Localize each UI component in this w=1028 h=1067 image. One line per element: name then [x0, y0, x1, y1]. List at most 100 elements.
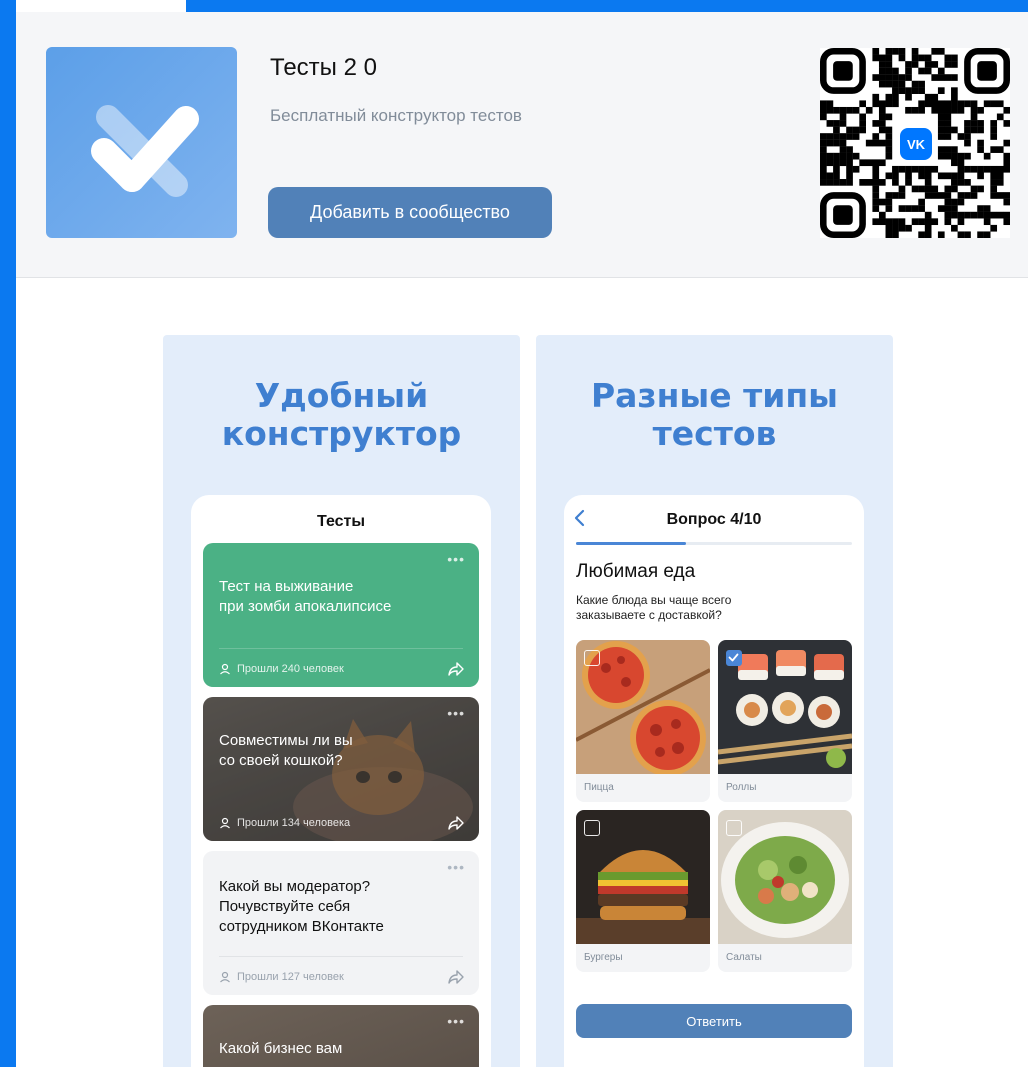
qr-module — [990, 192, 998, 199]
add-to-community-button[interactable]: Добавить в сообщество — [268, 187, 552, 238]
qr-module — [898, 48, 906, 55]
qr-code[interactable]: VK — [820, 48, 1011, 239]
qr-module — [957, 218, 965, 226]
app-page: Тесты 2 0 Бесплатный конструктор тестов … — [16, 12, 1028, 1067]
qr-module — [1003, 139, 1011, 147]
qr-module — [905, 74, 912, 81]
more-icon[interactable]: ••• — [447, 1013, 465, 1029]
option-label: Пицца — [584, 782, 614, 793]
qr-module — [833, 152, 840, 160]
qr-module — [937, 192, 945, 199]
answer-option[interactable]: Пицца — [576, 640, 710, 802]
qr-module — [905, 165, 912, 173]
answer-button[interactable]: Ответить — [576, 1004, 852, 1038]
app-icon — [46, 47, 237, 238]
qr-module — [937, 205, 945, 212]
qr-module — [964, 211, 971, 219]
qr-module — [977, 120, 984, 127]
qr-module — [905, 172, 912, 180]
answer-option[interactable]: Салаты — [718, 810, 852, 972]
qr-module — [924, 211, 932, 219]
qr-module — [898, 218, 906, 226]
qr-module — [964, 126, 971, 134]
qr-module — [878, 126, 886, 134]
qr-module — [990, 133, 998, 140]
qr-module — [826, 120, 834, 127]
qr-module — [964, 152, 971, 160]
qr-module — [859, 179, 866, 186]
app-header: Тесты 2 0 Бесплатный конструктор тестов … — [16, 12, 1028, 278]
qr-module — [885, 48, 893, 55]
share-icon[interactable] — [447, 969, 465, 985]
qr-module — [957, 231, 965, 239]
qr-module — [885, 113, 893, 121]
qr-module — [872, 74, 880, 81]
screenshot-test-types[interactable]: Разные типы тестов Вопрос 4/10 Любимая е… — [536, 335, 893, 1067]
more-icon[interactable]: ••• — [447, 551, 465, 567]
share-icon[interactable] — [447, 661, 465, 677]
share-icon[interactable] — [447, 815, 465, 831]
test-card[interactable]: ••• Какой бизнес вам — [203, 1005, 479, 1067]
test-card-meta: Прошли 127 человек — [219, 971, 344, 983]
test-card[interactable]: ••• Тест на выживание при зомби апокалип… — [203, 543, 479, 687]
qr-module — [990, 120, 998, 127]
qr-module — [944, 205, 952, 212]
option-checkbox[interactable] — [726, 820, 742, 836]
qr-module — [885, 205, 893, 212]
phone-title: Тесты — [316, 513, 366, 530]
more-icon[interactable]: ••• — [447, 859, 465, 875]
qr-module — [951, 93, 958, 101]
heading-line: конструктор — [221, 414, 462, 453]
qr-module — [944, 133, 952, 140]
option-checkbox[interactable] — [726, 650, 742, 666]
qr-module — [937, 133, 945, 140]
qr-module — [872, 205, 880, 212]
qr-module — [820, 133, 827, 140]
qr-module — [977, 172, 984, 180]
more-icon[interactable]: ••• — [447, 705, 465, 721]
qr-module — [846, 179, 853, 186]
qr-module — [872, 54, 880, 62]
qr-module — [964, 179, 971, 186]
qr-module — [839, 120, 847, 127]
option-checkbox[interactable] — [584, 820, 600, 836]
screenshot-constructor[interactable]: Удобный конструктор Тесты ••• Тест на вы… — [163, 335, 520, 1067]
qr-module — [964, 100, 971, 108]
qr-module — [839, 146, 847, 153]
option-checkbox[interactable] — [584, 650, 600, 666]
qr-finder-center — [977, 61, 997, 81]
heading-line: тестов — [652, 414, 777, 453]
qr-module — [885, 100, 893, 108]
qr-module — [918, 100, 925, 108]
qr-module — [846, 133, 853, 140]
qr-module — [885, 61, 893, 68]
qr-module — [905, 205, 912, 212]
qr-module — [878, 139, 886, 147]
qr-module — [911, 61, 919, 68]
qr-module — [924, 67, 932, 75]
qr-module — [878, 113, 886, 121]
question-heading: Любимая еда — [576, 561, 696, 582]
test-card[interactable]: ••• Совместимы ли вы со своей кошкой? Пр… — [203, 697, 479, 841]
qr-module — [820, 172, 827, 180]
qr-module — [964, 165, 971, 173]
test-card-title: Совместимы ли вы со своей кошкой? — [219, 731, 439, 771]
qr-module — [859, 120, 866, 127]
answer-option[interactable]: Бургеры — [576, 810, 710, 972]
qr-module — [924, 165, 932, 173]
qr-module — [892, 172, 899, 180]
answer-option[interactable]: Роллы — [718, 640, 852, 802]
qr-module — [846, 106, 853, 114]
qr-module — [944, 126, 952, 134]
qr-module — [885, 231, 893, 239]
qr-module — [892, 100, 899, 108]
qr-module — [820, 179, 827, 186]
qr-module — [1003, 211, 1011, 219]
test-card[interactable]: ••• Какой вы модератор? Почувствуйте себ… — [203, 851, 479, 995]
qr-finder-center — [833, 61, 853, 81]
qr-module — [833, 179, 840, 186]
qr-module — [892, 231, 899, 239]
qr-module — [970, 120, 978, 127]
qr-module — [839, 152, 847, 160]
qr-module — [892, 67, 899, 75]
